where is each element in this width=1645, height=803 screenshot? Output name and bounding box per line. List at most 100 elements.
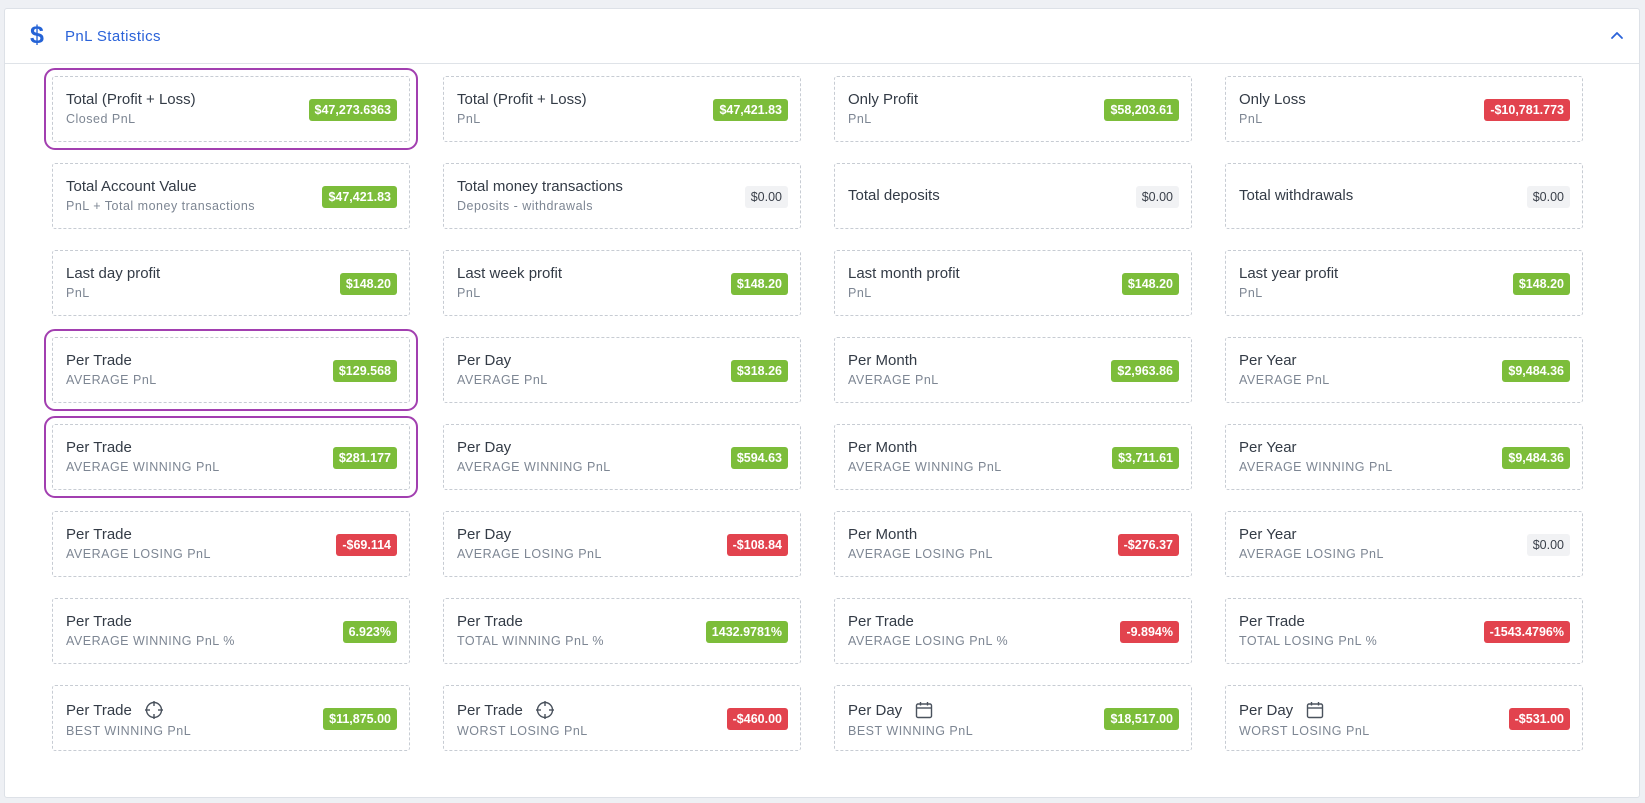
stat-card-subtitle: Deposits - withdrawals [457,199,594,213]
stat-card-subtitle: AVERAGE LOSING PnL [66,547,211,561]
stat-card-subtitle: PnL [848,112,872,126]
stat-card-title-text: Per Month [848,352,918,369]
stat-card-title-text: Per Day [457,439,512,456]
stat-card: Per Day AVERAGE PnL $318.26 [443,337,801,403]
stat-card-title: Total deposits [848,187,940,204]
stat-card-subtitle: TOTAL LOSING PnL % [1239,634,1378,648]
collapse-button[interactable] [1607,25,1627,45]
stat-card-title: Total withdrawals [1239,187,1353,204]
stat-card-title: Per Year [1239,439,1297,456]
stat-card-subtitle: Closed PnL [66,112,136,126]
stat-card-title-text: Last day profit [66,265,161,282]
stat-card-title-text: Only Profit [848,91,919,108]
panel-title: PnL Statistics [65,28,161,45]
stat-card-title-text: Total (Profit + Loss) [66,91,196,108]
stat-card-title-text: Per Trade [848,613,914,630]
stat-value-badge: -9.894% [1120,621,1179,643]
stat-card-title-text: Per Trade [66,526,132,543]
stat-value-badge: $148.20 [1512,273,1570,295]
stat-card-subtitle: AVERAGE PnL [1239,373,1330,387]
stat-card-title-text: Per Month [848,526,918,543]
stat-value-badge: 1432.9781% [705,621,788,643]
stat-card: Total deposits $0.00 [834,163,1192,229]
stat-card-title-text: Per Day [1239,701,1294,719]
stat-card-title: Per Day [457,526,511,543]
stat-card-title: Per Trade [66,439,132,456]
stat-card-title-text: Per Year [1239,439,1297,456]
stat-card-title-text: Last month profit [848,265,960,282]
stat-card: Only Profit PnL $58,203.61 [834,76,1192,142]
stat-card-title: Per Trade [848,613,914,630]
stat-card: Per Trade AVERAGE WINNING PnL $281.177 [44,416,418,498]
stat-card-title-text: Per Trade [66,701,132,719]
stat-card-subtitle: AVERAGE LOSING PnL [457,547,602,561]
stat-card-title: Total (Profit + Loss) [457,91,587,108]
stat-value-badge: $0.00 [744,186,788,208]
stat-card: Per Year AVERAGE WINNING PnL $9,484.36 [1225,424,1583,490]
stat-card-title: Total money transactions [457,178,623,195]
crosshair-icon [535,700,555,720]
stat-card-title: Total (Profit + Loss) [66,91,196,108]
stat-card-title-text: Per Day [457,526,512,543]
stat-card-title-text: Per Day [848,701,903,719]
stat-card-title: Per Month [848,526,917,543]
stat-card-subtitle: AVERAGE LOSING PnL [1239,547,1384,561]
stat-card: Total Account Value PnL + Total money tra… [52,163,410,229]
stat-card-subtitle: TOTAL WINNING PnL % [457,634,605,648]
panel-header[interactable]: $ PnL Statistics [5,9,1639,64]
stat-card-title: Per Trade [66,526,132,543]
stat-card-subtitle: AVERAGE WINNING PnL [457,460,611,474]
stat-card-subtitle: PnL [457,286,481,300]
stat-card-subtitle: WORST LOSING PnL [457,724,588,738]
stat-value-badge: -$69.114 [336,534,397,556]
stat-card-title: Per Year [1239,526,1297,543]
stat-card-title-text: Per Month [848,439,918,456]
stat-card: Per Year AVERAGE LOSING PnL $0.00 [1225,511,1583,577]
stat-card: Total (Profit + Loss) Closed PnL $47,273.6… [44,68,418,150]
stat-card-title-text: Per Trade [66,613,132,630]
stat-card-subtitle: AVERAGE PnL [66,373,157,387]
stat-card-subtitle: WORST LOSING PnL [1239,724,1370,738]
stat-card-title: Last week profit [457,265,562,282]
stat-value-badge: $594.63 [730,447,788,469]
stat-card-subtitle: PnL + Total money transactions [66,199,256,213]
stat-card: Per Day AVERAGE LOSING PnL -$108.84 [443,511,801,577]
stat-card: Last week profit PnL $148.20 [443,250,801,316]
stat-card: Per Trade AVERAGE LOSING PnL -$69.114 [52,511,410,577]
stat-card: Per Year AVERAGE PnL $9,484.36 [1225,337,1583,403]
stat-card-title: Per Day [848,700,934,720]
stat-card-subtitle: AVERAGE WINNING PnL [848,460,1002,474]
stat-card: Last month profit PnL $148.20 [834,250,1192,316]
stat-card: Per Trade WORST LOSING PnL -$460.00 [443,685,801,751]
stat-card-title-text: Last week profit [457,265,563,282]
stat-value-badge: -$276.37 [1117,534,1179,556]
stat-card-title: Per Day [457,352,511,369]
stat-card-title-text: Total Account Value [66,178,197,195]
stat-value-badge: $0.00 [1526,186,1570,208]
stat-card-title-text: Per Trade [457,701,523,719]
stat-card-title: Per Day [1239,700,1325,720]
stat-card-title-text: Per Trade [457,613,523,630]
stat-card-title: Per Trade [1239,613,1305,630]
stat-value-badge: -$460.00 [726,708,788,730]
stat-card-title-text: Only Loss [1239,91,1306,108]
stat-card-subtitle: AVERAGE WINNING PnL % [66,634,235,648]
stat-card: Per Trade AVERAGE LOSING PnL % -9.894% [834,598,1192,664]
stat-card: Per Trade TOTAL LOSING PnL % -1543.4796% [1225,598,1583,664]
stat-card-subtitle: PnL [1239,286,1263,300]
stat-value-badge: $281.177 [332,447,397,469]
stat-card-subtitle: AVERAGE PnL [848,373,939,387]
stat-card-subtitle: PnL [848,286,872,300]
stat-value-badge: $148.20 [1121,273,1179,295]
stat-card-subtitle: AVERAGE PnL [457,373,548,387]
stat-card-title-text: Per Year [1239,526,1297,543]
stat-value-badge: -$108.84 [726,534,788,556]
stat-value-badge: $11,875.00 [323,708,397,730]
stat-value-badge: -$10,781.773 [1484,99,1570,121]
stat-card-subtitle: BEST WINNING PnL [848,724,974,738]
stats-grid: Total (Profit + Loss) Closed PnL $47,273.6… [44,68,1583,751]
stat-card: Total money transactions Deposits - withd… [443,163,801,229]
stat-card-title: Per Day [457,439,511,456]
stat-card-title: Last year profit [1239,265,1338,282]
stat-card-title: Per Trade [66,352,132,369]
